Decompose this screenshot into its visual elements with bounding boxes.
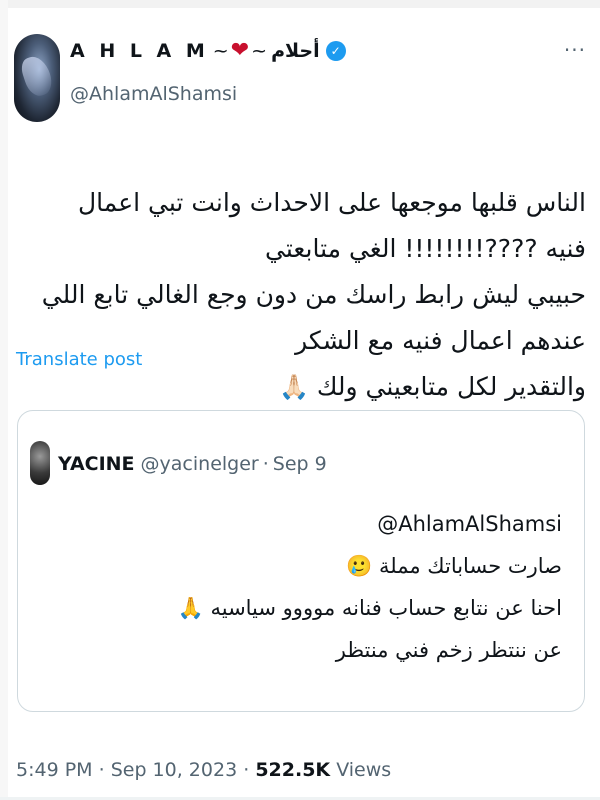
quoted-tweet-card[interactable]: YACINE @yacinelger · Sep 9 @AhlamAlShams…: [17, 410, 585, 712]
screenshot-top-edge: [0, 0, 600, 8]
header-separator: ·: [262, 453, 269, 475]
pray-emoji-icon: 🙏: [177, 596, 204, 620]
quoted-line-2-row: احنا عن نتابع حساب فنانه موووو سياسيه 🙏: [38, 587, 562, 629]
pray-emoji-icon: 🙏🏻: [279, 373, 309, 401]
quoted-line: عن ننتظر زخم فني منتظر: [335, 638, 562, 662]
mention-link[interactable]: @AhlamAlShamsi: [377, 503, 562, 545]
quoted-tweet-header: YACINE @yacinelger · Sep 9: [58, 453, 327, 475]
heart-icon: ❤: [230, 38, 250, 63]
tweet-text-line-3: والتقدير لكل متابعيني ولك 🙏🏻: [30, 364, 586, 410]
quoted-line: صارت حساباتك مملة: [379, 554, 562, 578]
author-tilde-right: ~: [251, 40, 268, 62]
quoted-tweet-date[interactable]: Sep 9: [273, 453, 327, 475]
quoted-tweet-text: @AhlamAlShamsi صارت حساباتك مملة 🥲 احنا …: [38, 503, 562, 671]
author-display-name[interactable]: A H L A M: [70, 40, 209, 62]
smile-tear-emoji-icon: 🥲: [346, 554, 373, 578]
screenshot-left-edge: [0, 0, 8, 800]
translate-post-link[interactable]: Translate post: [16, 349, 142, 370]
verified-badge-icon: ✓: [325, 41, 346, 61]
quoted-author-name[interactable]: YACINE: [58, 453, 135, 475]
meta-separator: ·: [98, 759, 105, 781]
author-handle[interactable]: @AhlamAlShamsi: [70, 83, 237, 105]
views-count: 522.5K: [255, 759, 331, 781]
tweet-time[interactable]: 5:49 PM: [16, 759, 93, 781]
quoted-line: احنا عن نتابع حساب فنانه موووو سياسيه: [210, 596, 562, 620]
more-options-icon[interactable]: ···: [564, 38, 586, 62]
author-arabic-name: أحلام: [271, 40, 320, 62]
tweet-meta: 5:49 PM · Sep 10, 2023 · 522.5K Views: [16, 759, 391, 781]
tweet-date[interactable]: Sep 10, 2023: [111, 759, 237, 781]
author-tilde-left: ~: [212, 40, 229, 62]
quoted-author-handle[interactable]: @yacinelger: [141, 453, 259, 475]
author-avatar[interactable]: [14, 34, 60, 122]
tweet-text: الناس قلبها موجعها على الاحداث وانت تبي …: [30, 180, 586, 410]
quoted-author-avatar[interactable]: [30, 441, 50, 485]
quoted-line-1-row: صارت حساباتك مملة 🥲: [38, 545, 562, 587]
meta-separator: ·: [243, 759, 250, 781]
tweet-text-line: الناس قلبها موجعها على الاحداث وانت تبي …: [78, 188, 586, 263]
author-name-row[interactable]: A H L A M ~ ❤ ~ أحلام ✓: [70, 36, 346, 66]
views-label: Views: [336, 759, 392, 781]
tweet-text-line: والتقدير لكل متابعيني ولك: [316, 372, 586, 401]
